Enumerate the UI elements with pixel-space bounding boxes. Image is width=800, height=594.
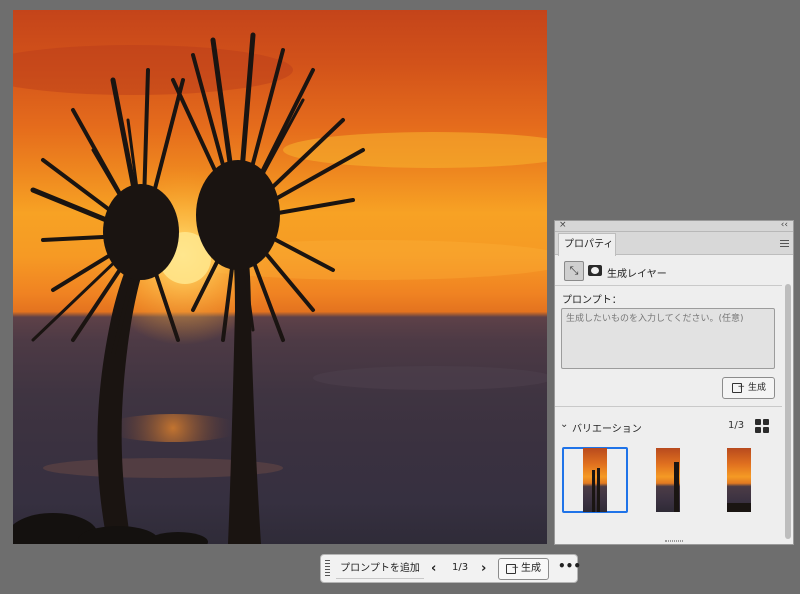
chevron-down-icon[interactable]: ⌄ [560, 419, 568, 430]
properties-panel: × ‹‹ プロパティ ⤡ 生成レイヤー プロンプト： 生成したいものを入力してく… [554, 220, 794, 545]
close-icon[interactable]: × [559, 220, 567, 231]
tab-properties[interactable]: プロパティ [558, 233, 616, 256]
contextual-task-bar: プロンプトを追加 ‹ 1/3 › 生成 ••• [320, 554, 581, 583]
variations-header: ⌄ バリエーション 1/3 [560, 419, 783, 435]
collapse-icon[interactable]: ‹‹ [781, 220, 788, 231]
panel-scrollbar[interactable] [785, 284, 791, 539]
add-prompt-button[interactable]: プロンプトを追加 [336, 558, 424, 579]
generate-button-label: 生成 [748, 383, 767, 393]
chevron-right-icon[interactable]: › [481, 560, 486, 577]
variation-thumbnail-2[interactable] [635, 447, 701, 513]
variation-thumbnail-1[interactable] [562, 447, 628, 513]
divider [555, 285, 782, 286]
variation-thumbnail-3[interactable] [706, 447, 772, 513]
variation-image [656, 448, 680, 512]
generate-icon [506, 558, 519, 578]
drag-handle-icon[interactable] [325, 560, 330, 578]
mask-icon[interactable] [588, 265, 602, 276]
panel-title-bar[interactable]: × ‹‹ [555, 220, 793, 232]
generative-layer-icon[interactable]: ⤡ [564, 261, 584, 281]
layer-type-row: ⤡ 生成レイヤー [564, 261, 783, 281]
canvas-image[interactable] [13, 10, 547, 544]
panel-resize-grip[interactable] [665, 540, 683, 542]
generate-button[interactable]: 生成 [722, 377, 775, 399]
divider [555, 406, 782, 407]
layer-type-label: 生成レイヤー [607, 269, 667, 280]
generate-icon [732, 377, 745, 397]
chevron-left-icon[interactable]: ‹ [431, 560, 436, 577]
variation-counter: 1/3 [452, 562, 469, 573]
panel-tab-bar: プロパティ [555, 232, 793, 256]
prompt-label: プロンプト： [562, 295, 622, 306]
variations-count: 1/3 [728, 420, 745, 431]
taskbar-generate-label: 生成 [521, 563, 541, 574]
taskbar-generate-button[interactable]: 生成 [498, 558, 549, 580]
prompt-input[interactable]: 生成したいものを入力してください。(任意) [561, 308, 775, 369]
more-options-icon[interactable]: ••• [558, 559, 581, 573]
panel-menu-icon[interactable] [780, 240, 789, 247]
variation-image [583, 448, 607, 512]
sunset-palm-photo [13, 32, 547, 544]
variations-label: バリエーション [572, 424, 642, 435]
grid-view-icon[interactable] [755, 419, 769, 433]
variation-image [727, 448, 751, 512]
